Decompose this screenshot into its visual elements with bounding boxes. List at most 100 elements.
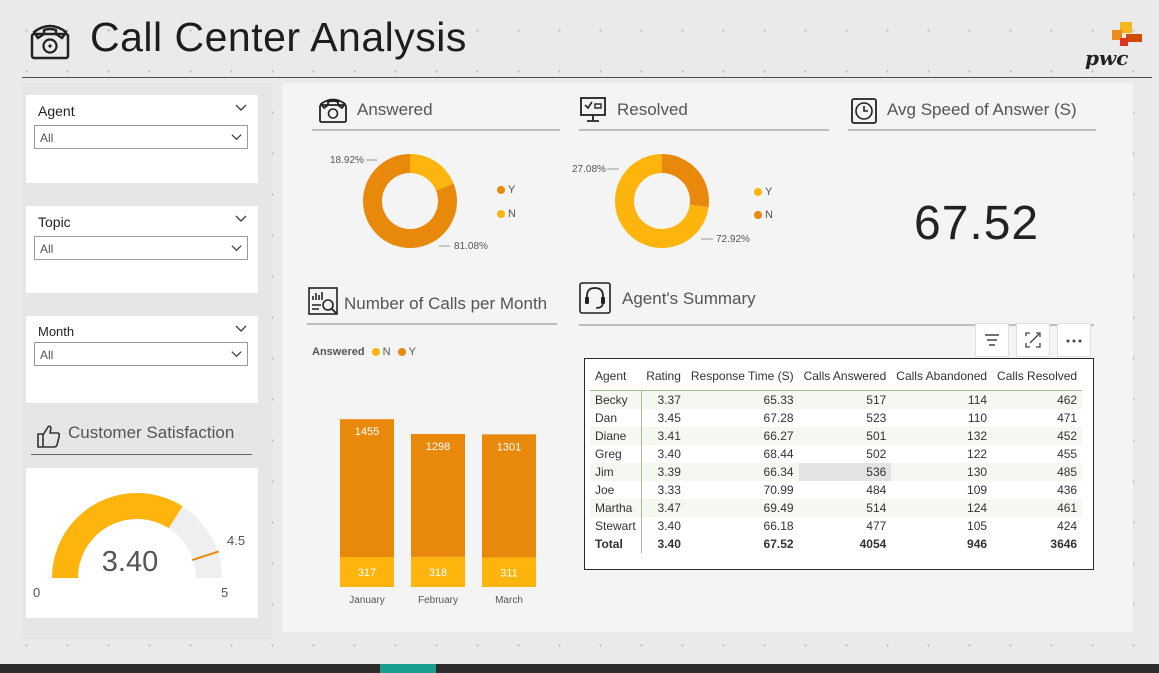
month-dropdown-value: All	[40, 348, 54, 362]
column-header-calls-answered[interactable]: Calls Answered	[798, 362, 892, 391]
thumbs-up-icon	[37, 425, 61, 448]
table-row[interactable]: Joe 3.33 70.99 484 109 436	[590, 481, 1082, 499]
table-cell: 484	[866, 483, 887, 497]
column-header-response-time[interactable]: Response Time (S)	[685, 362, 799, 391]
table-cell: Joe	[590, 481, 642, 499]
table-row[interactable]: Jim 3.39 66.34 536 130 485	[590, 463, 1083, 481]
table-cell: 114	[891, 390, 993, 409]
table-cell: 65.33	[685, 390, 799, 409]
page-title: Call Center Analysis	[90, 14, 467, 60]
table-cell: 3.47	[641, 499, 686, 517]
chevron-down-icon[interactable]	[234, 101, 248, 115]
report-chart-icon	[308, 287, 338, 315]
table-cell: Diane	[590, 427, 642, 445]
agent-slicer: Agent All	[26, 95, 258, 183]
agents-summary-table: Agent Rating Response Time (S) Calls Ans…	[584, 358, 1094, 570]
table-cell: 132	[891, 427, 993, 445]
data-label-n: 311	[500, 567, 518, 579]
table-total-cell: 67.52	[763, 537, 794, 551]
x-tick-label: March	[495, 595, 523, 606]
answered-slice-n[interactable]	[410, 154, 454, 191]
filter-icon	[985, 334, 999, 346]
table-cell: 67.28	[763, 411, 794, 425]
avg-speed-title: Avg Speed of Answer (S)	[887, 100, 1077, 119]
resolved-label-y: 72.92%	[716, 234, 750, 245]
agents-summary-title: Agent's Summary	[622, 289, 756, 308]
table-cell: 3.40	[657, 519, 681, 533]
answered-label-y: 81.08%	[454, 241, 488, 252]
answered-legend-y: Y	[497, 184, 515, 196]
table-cell: 3.41	[641, 427, 686, 445]
calls-per-month-title: Number of Calls per Month	[344, 294, 548, 313]
table-cell: 424	[1057, 519, 1078, 533]
chevron-down-icon[interactable]	[234, 212, 248, 226]
column-header-calls-abandoned[interactable]: Calls Abandoned	[891, 362, 993, 391]
answered-legend-n: N	[497, 208, 516, 220]
month-dropdown[interactable]: All	[34, 342, 248, 366]
table-cell: 105	[967, 519, 988, 533]
filter-button[interactable]	[975, 323, 1009, 357]
resolved-title: Resolved	[617, 100, 688, 119]
resolved-donut-slices	[615, 154, 709, 248]
table-cell: 462	[992, 390, 1083, 409]
data-label-y: 1455	[355, 426, 379, 438]
answered-label-n: 18.92%	[330, 155, 364, 166]
table-row[interactable]: Martha 3.47 69.49 514 124 461	[590, 499, 1083, 517]
table-cell: 436	[1057, 483, 1078, 497]
taskbar-active-tab[interactable]	[380, 664, 436, 673]
avg-speed-divider	[848, 129, 1096, 131]
topic-dropdown[interactable]: All	[34, 236, 248, 260]
table-cell: 485	[992, 463, 1083, 481]
calls-legend: Answered N Y	[312, 346, 416, 358]
calls-legend-title: Answered	[312, 346, 365, 358]
table-row[interactable]: Dan 3.45 67.28 523 110 471	[590, 409, 1082, 427]
chevron-down-icon[interactable]	[234, 322, 248, 336]
agent-dropdown[interactable]: All	[34, 125, 248, 149]
table-row[interactable]: Becky 3.37 65.33 517 114 462	[590, 390, 1083, 409]
table-cell: 3.33	[657, 483, 681, 497]
header-divider	[22, 77, 1152, 78]
month-slicer-title: Month	[38, 324, 75, 339]
customer-satisfaction-title: Customer Satisfaction	[68, 423, 235, 442]
legend-dot-y	[397, 348, 406, 356]
chevron-down-icon	[231, 134, 242, 141]
resolved-divider	[579, 129, 829, 131]
table-cell: 3.45	[657, 411, 681, 425]
chevron-down-icon	[231, 351, 242, 358]
table-row[interactable]: Diane 3.41 66.27 501 132 452	[590, 427, 1083, 445]
table-row[interactable]: Greg 3.40 68.44 502 122 455	[590, 445, 1082, 463]
legend-label: N	[508, 208, 516, 220]
table-cell: 109	[967, 483, 988, 497]
table-cell: 502	[866, 447, 887, 461]
resolved-slice-n[interactable]	[662, 154, 709, 208]
bar-y-january[interactable]	[340, 419, 394, 557]
more-options-button[interactable]	[1057, 323, 1091, 357]
customer-satisfaction-divider	[31, 454, 252, 455]
legend-dot-y	[497, 186, 505, 194]
topic-dropdown-value: All	[40, 242, 54, 256]
table-row[interactable]: Stewart 3.40 66.18 477 105 424	[590, 517, 1082, 535]
table-cell: 68.44	[763, 447, 794, 461]
answered-title: Answered	[357, 100, 433, 119]
table-cell: 477	[866, 519, 887, 533]
legend-label-y: Y	[408, 346, 416, 358]
table-cell: Dan	[590, 409, 642, 427]
gauge-target-label: 4.5	[227, 533, 245, 548]
answered-donut-chart: 18.92% 81.08%	[330, 154, 488, 252]
chevron-down-icon	[231, 245, 242, 252]
answered-donut-slices	[363, 154, 457, 248]
table-cell: 3.37	[641, 390, 686, 409]
table-cell: Stewart	[590, 517, 642, 535]
table-cell: 3.39	[641, 463, 686, 481]
agents-table: Agent Rating Response Time (S) Calls Ans…	[590, 362, 1083, 553]
column-header-agent[interactable]: Agent	[590, 362, 642, 391]
column-header-rating[interactable]: Rating	[641, 362, 686, 391]
focus-mode-button[interactable]	[1016, 323, 1050, 357]
column-header-calls-resolved[interactable]: Calls Resolved	[992, 362, 1083, 391]
topic-slicer: Topic All	[26, 206, 258, 293]
table-cell: 3.40	[657, 447, 681, 461]
legend-dot-n	[754, 211, 762, 219]
gauge-value: 3.40	[102, 546, 158, 578]
avg-speed-value: 67.52	[914, 197, 1040, 250]
legend-label: Y	[508, 184, 516, 196]
